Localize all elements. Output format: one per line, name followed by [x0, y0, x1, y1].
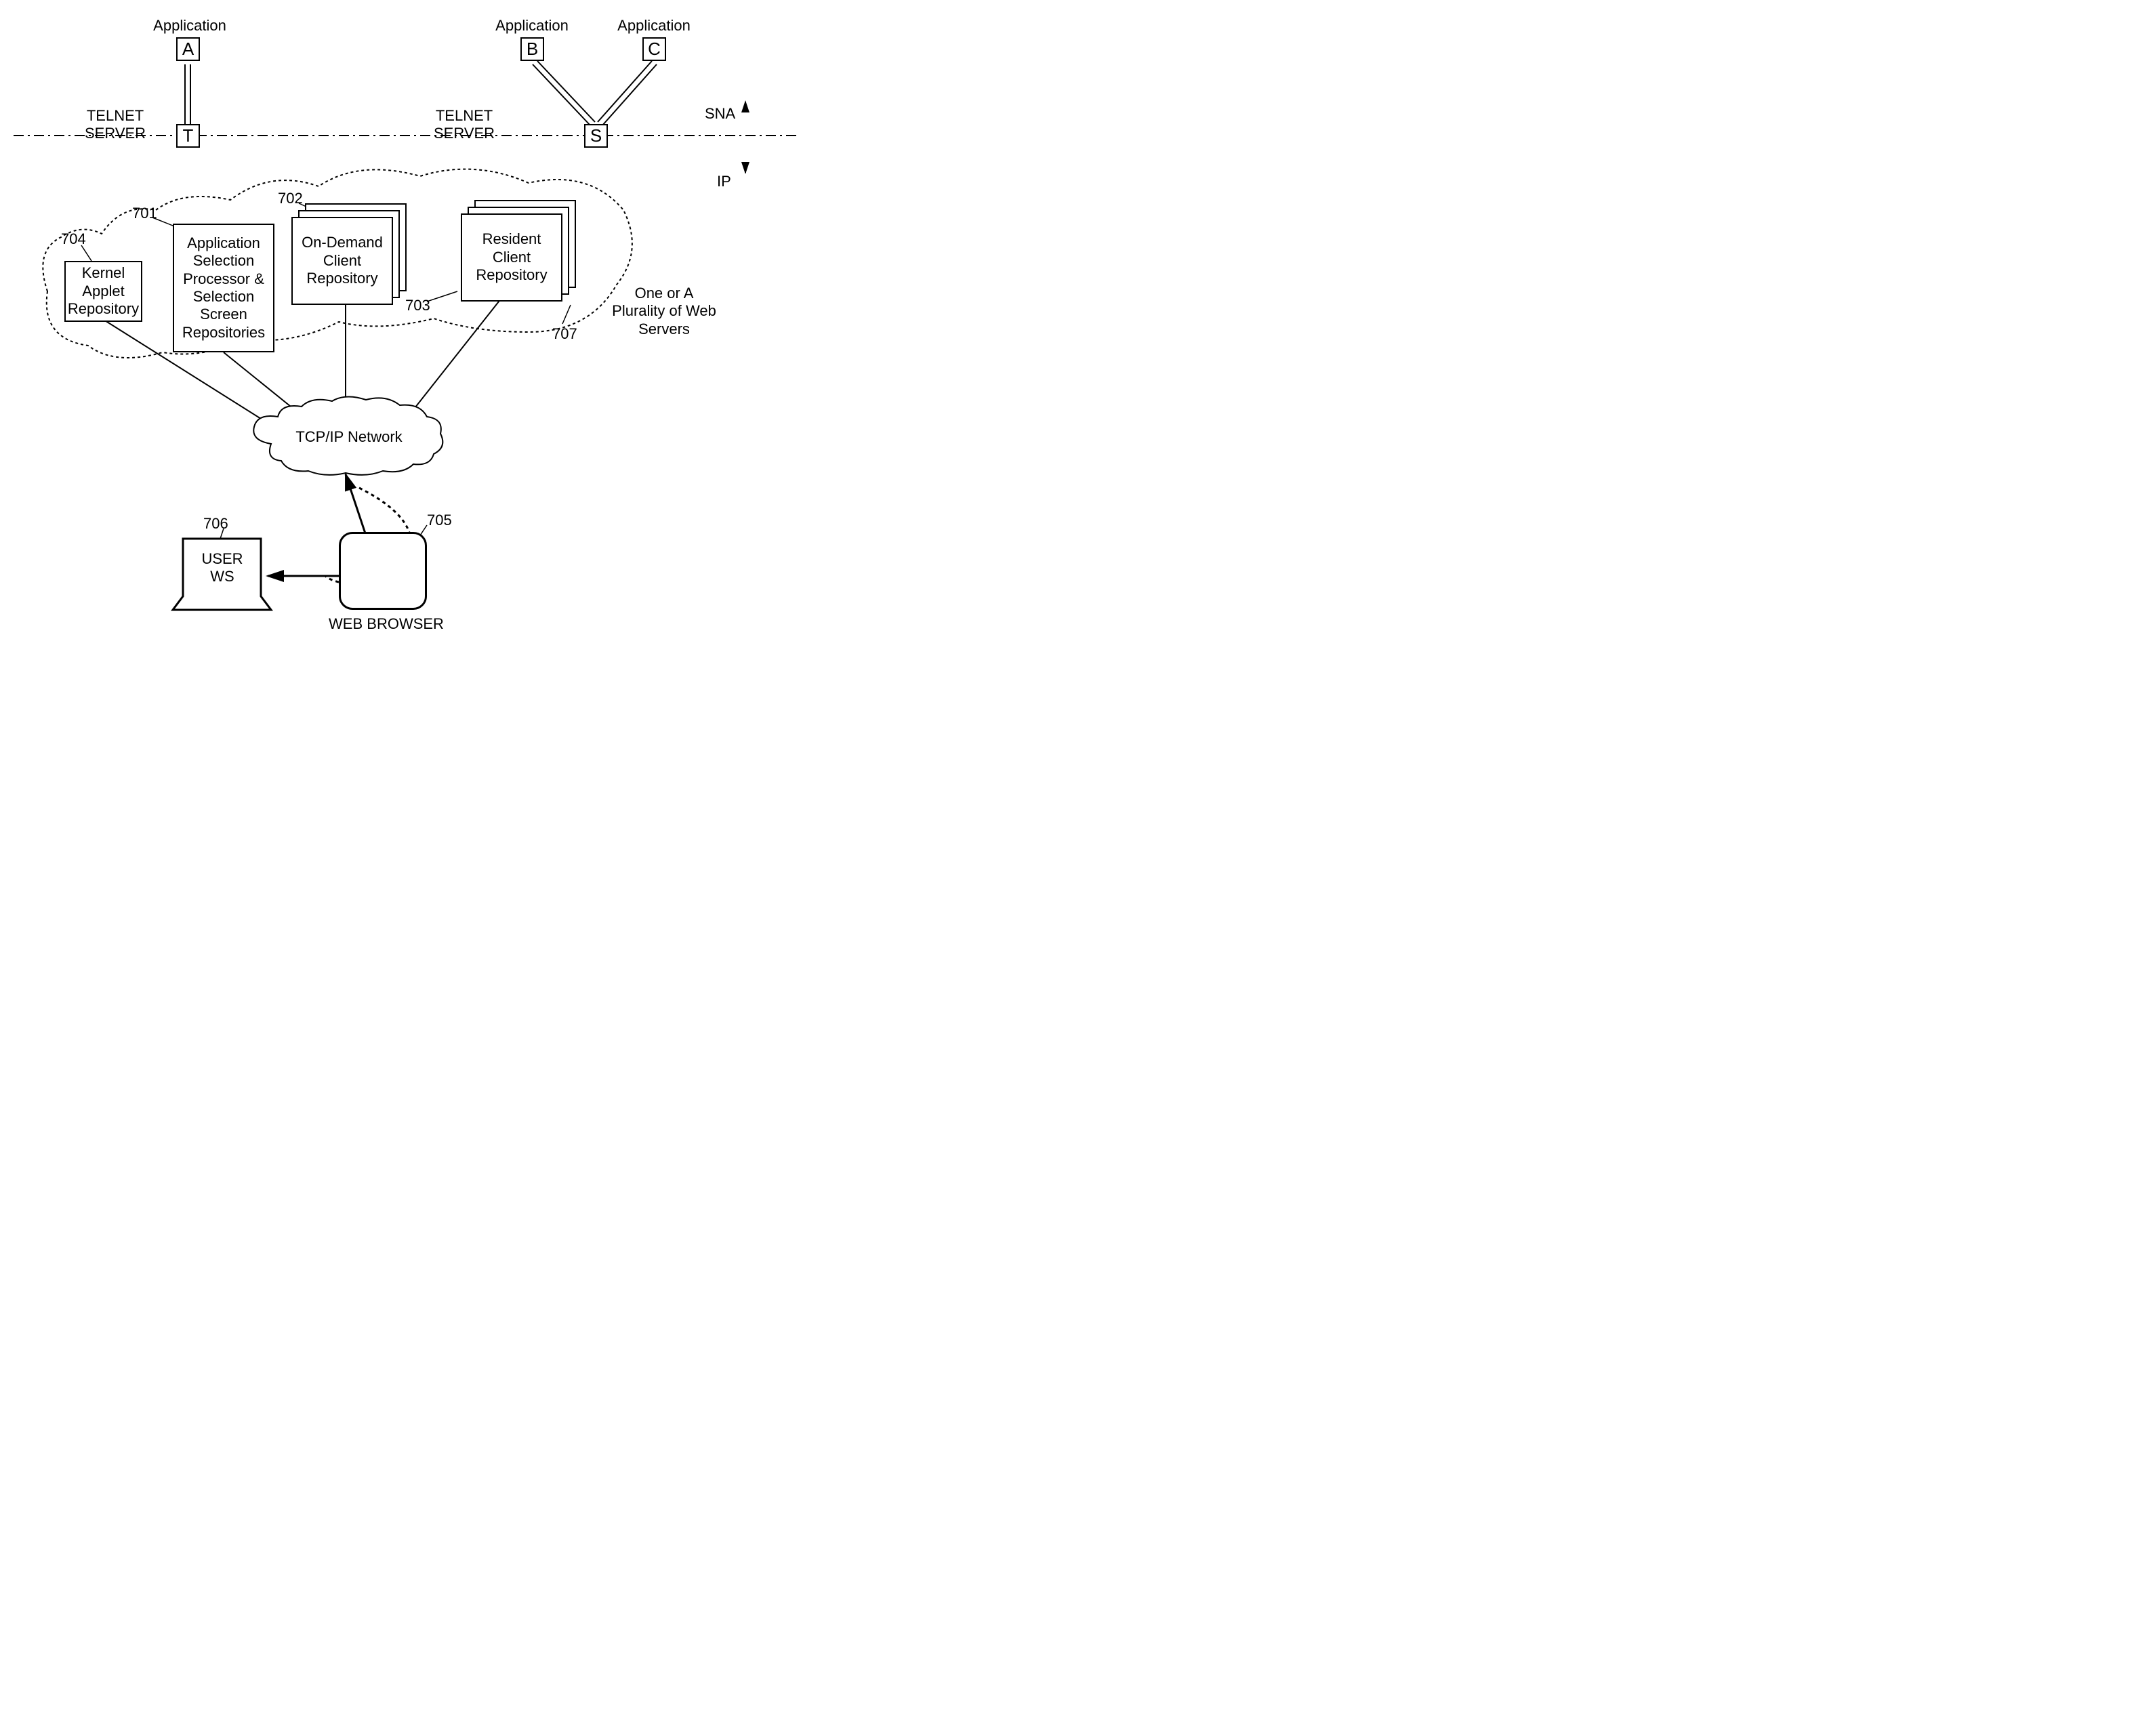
application-c-label: Application: [617, 17, 691, 35]
application-a-box: A: [176, 37, 200, 61]
telnet-s-letter: S: [590, 125, 602, 146]
telnet-s-box: S: [584, 124, 608, 148]
kernel-applet-repository-box: Kernel Applet Repository: [64, 261, 142, 322]
telnet-server-left-label: TELNET SERVER: [85, 107, 146, 143]
ref-706: 706: [203, 515, 228, 533]
app-selection-processor-box: Application Selection Processor & Select…: [173, 224, 274, 352]
ref-701: 701: [132, 205, 157, 222]
ref-702: 702: [278, 190, 303, 207]
telnet-t-box: T: [176, 124, 200, 148]
ref-707: 707: [552, 325, 577, 343]
application-a-label: Application: [152, 17, 227, 35]
web-browser-label: WEB BROWSER: [325, 615, 447, 633]
ondemand-repository-front: On-Demand Client Repository: [291, 217, 393, 305]
application-b-box: B: [520, 37, 544, 61]
application-b-letter: B: [527, 39, 538, 60]
user-ws-label: USER WS: [195, 550, 249, 586]
telnet-t-letter: T: [183, 125, 194, 146]
application-c-letter: C: [648, 39, 661, 60]
tcpip-network-label: TCP/IP Network: [295, 428, 403, 446]
ip-label: IP: [717, 173, 731, 190]
application-a-letter: A: [182, 39, 194, 60]
ref-705: 705: [427, 512, 452, 529]
application-c-box: C: [642, 37, 666, 61]
web-browser-box: [339, 532, 427, 610]
ref-703: 703: [405, 297, 430, 314]
telnet-server-right-label: TELNET SERVER: [434, 107, 495, 143]
application-b-label: Application: [495, 17, 569, 35]
web-servers-label: One or A Plurality of Web Servers: [606, 285, 722, 338]
resident-repository-front: Resident Client Repository: [461, 213, 562, 302]
ref-704: 704: [61, 230, 86, 248]
sna-label: SNA: [705, 105, 735, 123]
